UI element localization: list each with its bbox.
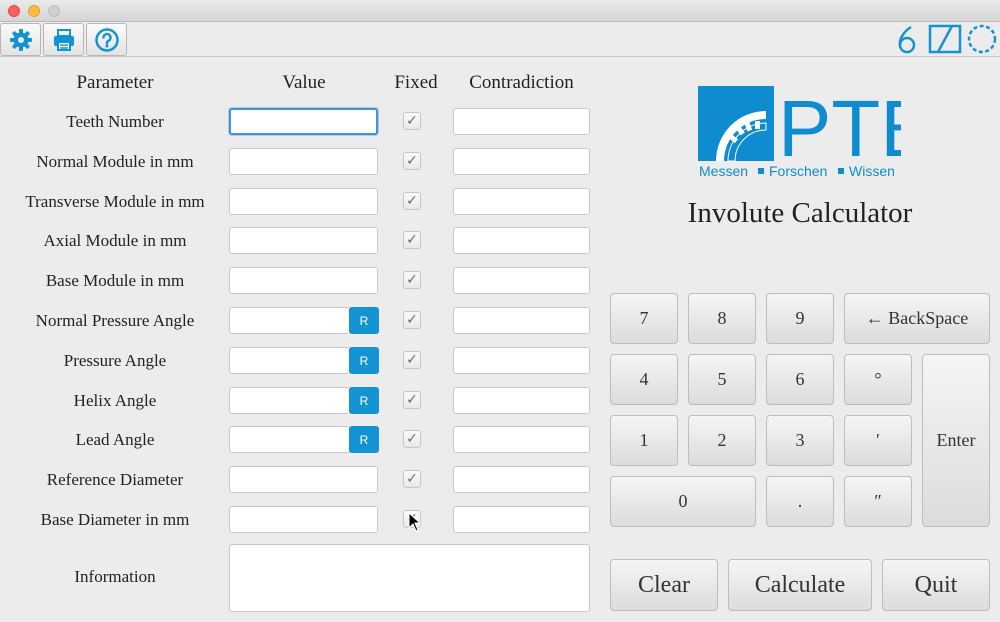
parameter-label: Reference Diameter: [46, 470, 184, 489]
window-titlebar: [0, 0, 1000, 22]
key-5[interactable]: 5: [688, 354, 756, 405]
value-input[interactable]: [229, 108, 378, 135]
value-input[interactable]: [229, 188, 378, 215]
fixed-checkbox[interactable]: ✓: [403, 351, 421, 369]
enter-key[interactable]: Enter: [922, 354, 990, 527]
parameter-label: Base Module in mm: [45, 271, 185, 290]
information-textarea[interactable]: [229, 544, 590, 612]
value-input[interactable]: [229, 307, 350, 334]
app-title: Involute Calculator: [687, 197, 913, 229]
key-7[interactable]: 7: [610, 293, 678, 344]
backspace-key[interactable]: ← BackSpace: [844, 293, 990, 344]
gear-icon: [9, 28, 32, 51]
parameter-label: Helix Angle: [73, 391, 157, 410]
contradiction-field: [453, 387, 590, 414]
parameter-label: Transverse Module in mm: [25, 192, 205, 211]
contradiction-field: [453, 188, 590, 215]
parameter-label: Pressure Angle: [63, 351, 167, 370]
fixed-checkbox[interactable]: ✓: [403, 112, 421, 130]
calculate-button[interactable]: Calculate: [728, 559, 872, 611]
key-1[interactable]: 1: [610, 415, 678, 466]
header-parameter: Parameter: [76, 72, 154, 93]
logo-tagline-1: Messen: [699, 163, 748, 179]
printer-icon: [53, 28, 74, 51]
radian-toggle-button[interactable]: R: [349, 307, 379, 334]
fixed-checkbox[interactable]: ✓: [403, 152, 421, 170]
contradiction-field: [453, 466, 590, 493]
value-input[interactable]: [229, 347, 350, 374]
quit-button[interactable]: Quit: [882, 559, 990, 611]
zoom-window-button[interactable]: [48, 5, 60, 17]
fixed-checkbox[interactable]: ✓: [403, 271, 421, 289]
fixed-checkbox[interactable]: ✓: [403, 391, 421, 409]
clear-button[interactable]: Clear: [610, 559, 718, 611]
value-input[interactable]: [229, 148, 378, 175]
parameter-label: Base Diameter in mm: [40, 510, 190, 529]
key-6[interactable]: 6: [766, 354, 834, 405]
key-2[interactable]: 2: [688, 415, 756, 466]
contradiction-field: [453, 426, 590, 453]
fixed-checkbox[interactable]: ✓: [403, 231, 421, 249]
logo-tagline-2: Forschen: [769, 163, 827, 179]
decimal-point-key[interactable]: .: [766, 476, 834, 527]
parameter-label: Normal Pressure Angle: [35, 311, 195, 330]
involute-profile-icon[interactable]: [895, 24, 919, 54]
fixed-checkbox[interactable]: ✓: [403, 430, 421, 448]
value-input[interactable]: [229, 227, 378, 254]
contradiction-field: [453, 227, 590, 254]
key-8[interactable]: 8: [688, 293, 756, 344]
second-key[interactable]: ″: [844, 476, 912, 527]
parameter-label: Teeth Number: [66, 112, 164, 131]
contradiction-field: [453, 506, 590, 533]
parameter-label: Axial Module in mm: [43, 231, 187, 250]
value-input[interactable]: [229, 466, 378, 493]
radian-toggle-button[interactable]: R: [349, 426, 379, 453]
key-0[interactable]: 0: [610, 476, 756, 527]
help-icon: [94, 27, 119, 52]
ptb-logo-text: PTB: [778, 86, 901, 173]
key-4[interactable]: 4: [610, 354, 678, 405]
radian-toggle-button[interactable]: R: [349, 347, 379, 374]
header-contradiction: Contradiction: [469, 72, 574, 93]
header-value: Value: [282, 72, 326, 93]
header-fixed: Fixed: [394, 72, 438, 93]
key-9[interactable]: 9: [766, 293, 834, 344]
logo-tagline-3: Wissen: [849, 163, 895, 179]
fixed-checkbox[interactable]: ✓: [403, 192, 421, 210]
contradiction-field: [453, 307, 590, 334]
toolbar: [0, 22, 1000, 57]
minimize-window-button[interactable]: [28, 5, 40, 17]
lead-line-icon[interactable]: [928, 24, 962, 54]
contradiction-field: [453, 267, 590, 294]
contradiction-field: [453, 347, 590, 374]
parameter-label: Lead Angle: [75, 430, 155, 449]
value-input[interactable]: [229, 267, 378, 294]
value-input[interactable]: [229, 387, 350, 414]
degree-key[interactable]: °: [844, 354, 912, 405]
value-input[interactable]: [229, 506, 378, 533]
print-button[interactable]: [43, 23, 84, 56]
key-3[interactable]: 3: [766, 415, 834, 466]
contradiction-field: [453, 108, 590, 135]
contradiction-field: [453, 148, 590, 175]
value-input[interactable]: [229, 426, 350, 453]
fixed-checkbox[interactable]: ✓: [403, 311, 421, 329]
mouse-cursor-icon: [408, 512, 422, 532]
fixed-checkbox[interactable]: ✓: [403, 470, 421, 488]
parameter-label: Normal Module in mm: [36, 152, 194, 171]
gear-outline-icon[interactable]: [966, 23, 998, 55]
close-window-button[interactable]: [8, 5, 20, 17]
ptb-logo: PTB Messen Forschen Wissen: [698, 86, 901, 179]
information-label: Information: [74, 567, 156, 586]
settings-button[interactable]: [0, 23, 41, 56]
radian-toggle-button[interactable]: R: [349, 387, 379, 414]
help-button[interactable]: [86, 23, 127, 56]
minute-key[interactable]: ′: [844, 415, 912, 466]
